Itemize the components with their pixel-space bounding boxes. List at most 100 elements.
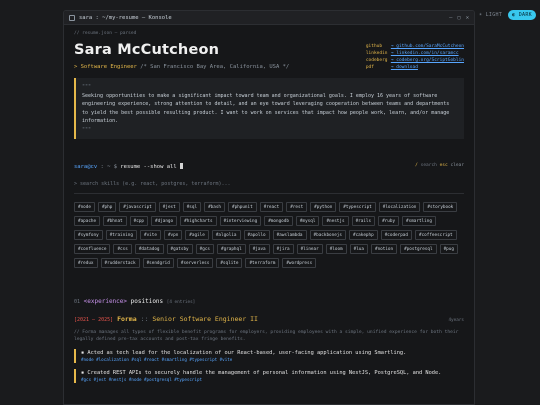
skill-tag[interactable]: #ruby: [378, 216, 400, 226]
skill-tag[interactable]: #django: [151, 216, 178, 226]
skill-tag[interactable]: #agile: [185, 230, 209, 240]
skill-tags: #node #php #javascript #jest #sql #bash #phpun…: [74, 202, 464, 268]
skill-tag[interactable]: #java: [248, 244, 270, 254]
maximize-button[interactable]: ▢: [457, 15, 460, 21]
skill-tag[interactable]: #postgresql: [400, 244, 437, 254]
skill-tag[interactable]: #python: [310, 202, 337, 212]
job-dates: [2021 — 2025]: [74, 317, 114, 323]
window-title: sara : ~/my-resume — Konsole: [79, 14, 172, 21]
light-theme-button[interactable]: ☀ LIGHT: [475, 10, 506, 20]
titlebar: sara : ~/my-resume — Konsole — ▢ ✕: [64, 11, 474, 25]
skill-tag[interactable]: #mongodb: [264, 216, 293, 226]
skill-tag[interactable]: #vpn: [163, 230, 183, 240]
github-link[interactable]: → github.com/SaraMcCutcheon: [391, 44, 464, 49]
summary-text: Seeking opportunities to make a signific…: [82, 92, 450, 125]
terminal-icon: [69, 14, 75, 21]
skill-tag[interactable]: #rudderstack: [100, 258, 140, 268]
skill-tag[interactable]: #smartling: [402, 216, 436, 226]
skill-tag[interactable]: #terraform: [245, 258, 280, 268]
job-bullet: ▪ Acted as tech lead for the localizatio…: [74, 349, 464, 363]
job-bullet: ▪ Created REST APIs to securely handle t…: [74, 369, 464, 383]
skill-tag[interactable]: #phpunit: [228, 202, 257, 212]
skill-tag[interactable]: #serverless: [176, 258, 214, 268]
skill-tag[interactable]: #sqlite: [216, 258, 243, 268]
skill-tag[interactable]: #sql: [182, 202, 202, 212]
skill-tag[interactable]: #sendgrid: [142, 258, 174, 268]
skill-tag[interactable]: #gcs: [195, 244, 214, 254]
skill-tag[interactable]: #cpp: [129, 216, 148, 226]
skill-tag[interactable]: #algolia: [211, 230, 241, 240]
search-shortcuts: / search esc clear: [415, 163, 464, 168]
skill-tag[interactable]: #wordpress: [282, 258, 317, 268]
bullet-tags: #node #localization #sql #react #smartli…: [81, 357, 233, 362]
skill-tag[interactable]: #react: [259, 202, 284, 212]
profile-name: Sara McCutcheon: [74, 42, 220, 58]
codeberg-link[interactable]: → codeberg.org/ScriptGoblin: [391, 58, 464, 63]
pdf-download-link[interactable]: → download: [391, 65, 418, 70]
job-duration: 4years: [448, 318, 464, 323]
skill-tag[interactable]: #backbonejs: [309, 230, 346, 240]
shell-prompt: sara@cv : ~ $ resume --show all: [74, 163, 183, 170]
skill-tag[interactable]: #linear: [296, 244, 323, 254]
skill-tag[interactable]: #jest: [158, 202, 180, 212]
minimize-button[interactable]: —: [449, 15, 452, 21]
skill-tag[interactable]: #vite: [140, 230, 161, 240]
job-role: Senior Software Engineer II: [152, 315, 258, 323]
profile-role: Software Engineer: [80, 64, 137, 70]
summary-block: """ Seeking opportunities to make a sign…: [74, 78, 464, 139]
linkedin-link[interactable]: → linkedin.com/in/saramcc: [391, 51, 459, 56]
skill-tag[interactable]: #training: [105, 230, 137, 240]
link-key: github: [365, 44, 383, 49]
skill-tag[interactable]: #rest: [286, 202, 308, 212]
skill-tag[interactable]: #nestjs: [322, 216, 349, 226]
skill-tag[interactable]: #loom: [325, 244, 347, 254]
skill-tag[interactable]: #symfony: [74, 230, 103, 240]
skill-tag[interactable]: #gatsby: [166, 244, 193, 254]
skill-tag[interactable]: #awslambda: [272, 230, 307, 240]
terminal-window: sara : ~/my-resume — Konsole — ▢ ✕ // re…: [63, 10, 475, 405]
link-key: codeberg: [365, 58, 388, 63]
profile-subtitle: > Software Engineer /* San Francisco Bay…: [74, 64, 290, 70]
profile-location: /* San Francisco Bay Area, California, U…: [140, 64, 290, 70]
skill-tag[interactable]: #highcharts: [180, 216, 217, 226]
skill-tag[interactable]: #php: [97, 202, 117, 212]
clear-search-button[interactable]: clear: [450, 163, 464, 168]
link-key: linkedin: [365, 51, 388, 56]
skill-tag[interactable]: #localization: [378, 202, 421, 212]
experience-section-title: 01 <experience> positions [4 entries]: [74, 298, 196, 305]
skill-tag[interactable]: #mysql: [295, 216, 320, 226]
close-button[interactable]: ✕: [466, 15, 469, 21]
skill-search-input[interactable]: [74, 181, 464, 187]
skill-tag[interactable]: #javascript: [119, 202, 156, 212]
skill-tag[interactable]: #node: [74, 202, 95, 212]
skill-tag[interactable]: #interviewing: [219, 216, 262, 226]
job-company: Forma: [117, 315, 137, 323]
job-entry: [2021 — 2025] Forma :: Senior Software E…: [74, 315, 464, 383]
skill-tag[interactable]: #cakephp: [348, 230, 378, 240]
cursor: [179, 163, 183, 169]
theme-toggle: ☀ LIGHT ◐ DARK: [475, 10, 536, 20]
job-description: // Forma manages all types of flexible b…: [74, 330, 459, 342]
dark-theme-button[interactable]: ◐ DARK: [508, 10, 536, 20]
skill-tag[interactable]: #rails: [351, 216, 376, 226]
skill-tag[interactable]: #jira: [272, 244, 294, 254]
skill-tag[interactable]: #typescript: [339, 202, 376, 212]
skill-tag[interactable]: #apollo: [243, 230, 270, 240]
skill-tag[interactable]: #confluence: [74, 244, 111, 254]
skill-tag[interactable]: #storybook: [423, 202, 458, 212]
skill-tag[interactable]: #css: [113, 244, 132, 254]
file-comment: // resume.json — parsed: [74, 31, 137, 36]
skill-tag[interactable]: #graphql: [217, 244, 246, 254]
skill-tag[interactable]: #datadog: [134, 244, 164, 254]
skill-tag[interactable]: #bhnat: [103, 216, 127, 226]
skill-tag[interactable]: #redux: [74, 258, 98, 268]
skill-tag[interactable]: #coffeescript: [414, 230, 457, 240]
link-key: pdf: [365, 65, 374, 70]
skill-tag[interactable]: #apache: [74, 216, 101, 226]
skill-tag[interactable]: #notion: [370, 244, 398, 254]
profile-links: github → github.com/SaraMcCutcheon linked…: [366, 43, 464, 71]
skill-tag[interactable]: #coderpad: [380, 230, 412, 240]
skill-tag[interactable]: #lua: [349, 244, 368, 254]
skill-tag[interactable]: #bash: [204, 202, 225, 212]
skill-tag[interactable]: #pug: [439, 244, 458, 254]
